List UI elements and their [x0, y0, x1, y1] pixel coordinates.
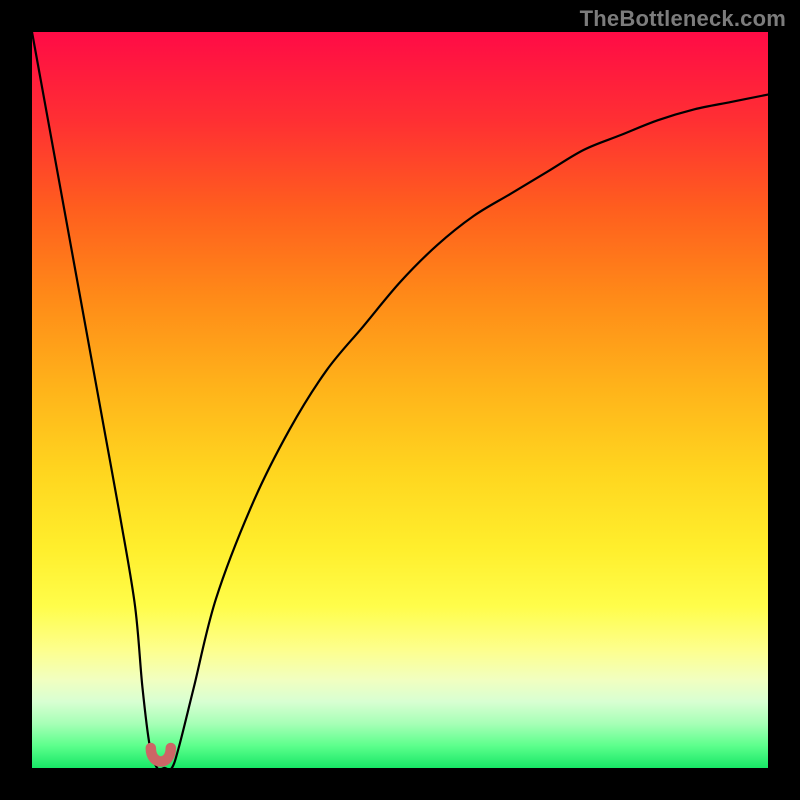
- gradient-plot-area: [32, 32, 768, 768]
- optimal-marker-icon: [151, 748, 171, 762]
- watermark-text: TheBottleneck.com: [580, 6, 786, 32]
- chart-frame: TheBottleneck.com: [0, 0, 800, 800]
- bottleneck-curve-path: [32, 32, 768, 770]
- bottleneck-curve-svg: [32, 32, 768, 768]
